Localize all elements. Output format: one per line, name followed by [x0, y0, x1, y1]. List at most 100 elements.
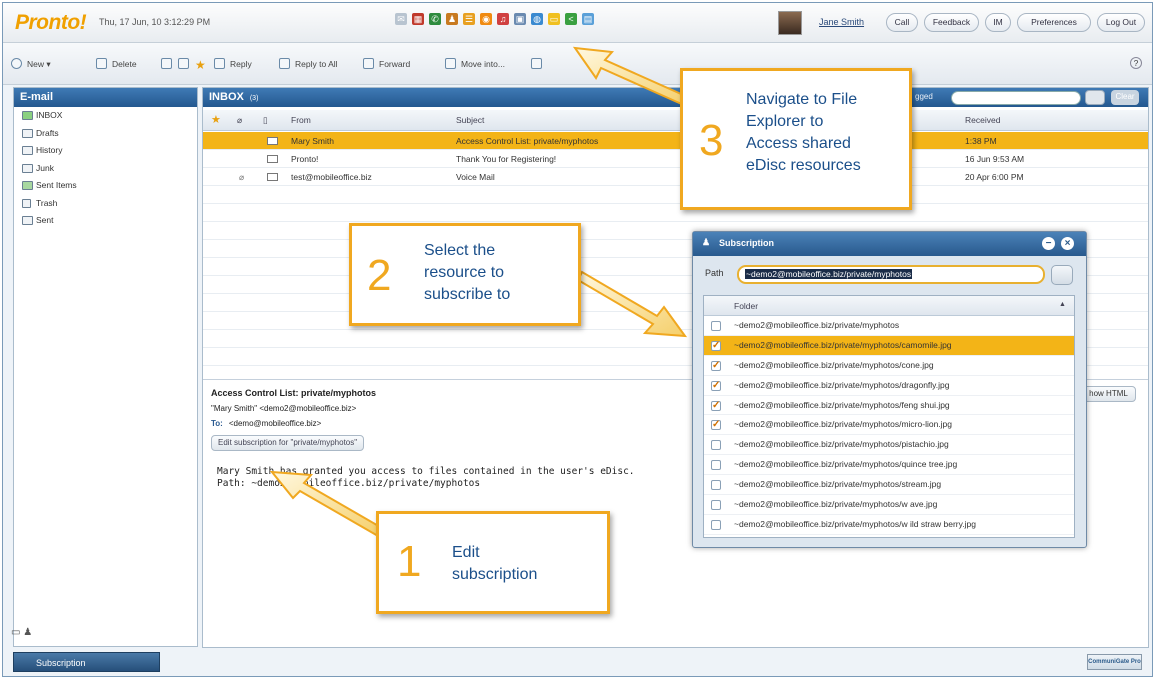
folder-item-name: ~demo2@mobileoffice.biz/private/myphotos… — [734, 359, 934, 370]
new-folder-icon[interactable]: ▭ — [11, 627, 20, 638]
photo-icon[interactable]: ▣ — [514, 13, 526, 25]
file-explorer-icon[interactable]: ▭ — [548, 13, 560, 25]
col-from[interactable]: From — [291, 115, 311, 125]
im-button[interactable]: IM — [985, 13, 1011, 32]
folder-label: Trash — [36, 197, 58, 208]
folder-column-label: Folder — [734, 301, 759, 311]
new-button[interactable]: New ▾ — [11, 58, 51, 70]
folder-item[interactable]: ✓ ~demo2@mobileoffice.biz/private/myphoto… — [704, 396, 1074, 416]
mail-icon[interactable]: ✉ — [395, 13, 407, 25]
folder-list: Folder ▲ ~demo2@mobileoffice.biz/private/… — [703, 295, 1075, 538]
preview-from: "Mary Smith" <demo2@mobileoffice.biz> — [211, 404, 357, 413]
folder-item[interactable]: ✓ ~demo2@mobileoffice.biz/private/myphoto… — [704, 335, 1074, 356]
share-icon[interactable]: < — [565, 13, 577, 25]
move-label: Move into... — [461, 59, 505, 69]
folder-label: Junk — [36, 162, 54, 173]
contacts-icon[interactable]: ♟ — [446, 13, 458, 25]
folder-history[interactable]: History — [14, 142, 197, 160]
user-name-link[interactable]: Jane Smith — [819, 17, 864, 27]
call-button[interactable]: Call — [886, 13, 918, 32]
communigate-logo: CommuniGate Pro — [1087, 654, 1142, 670]
mark-read-button[interactable] — [161, 58, 177, 69]
checkbox[interactable] — [711, 480, 721, 491]
folder-drafts[interactable]: Drafts — [14, 125, 197, 143]
tasks-icon[interactable]: ☰ — [463, 13, 475, 25]
row-from: test@mobileoffice.biz — [291, 172, 372, 182]
folder-junk[interactable]: Junk — [14, 160, 197, 178]
preferences-button[interactable]: Preferences — [1017, 13, 1091, 32]
music-icon[interactable]: ♫ — [497, 13, 509, 25]
search-button[interactable] — [1085, 90, 1105, 105]
message-row[interactable]: ⌀ test@mobileoffice.biz Voice Mail 20 Ap… — [203, 168, 1148, 186]
path-search-button[interactable] — [1051, 265, 1073, 285]
col-received[interactable]: Received — [965, 115, 1000, 125]
folder-inbox[interactable]: INBOX — [14, 107, 197, 125]
edit-subscription-button[interactable]: Edit subscription for "private/myphotos" — [211, 435, 365, 451]
folder-trash[interactable]: Trash — [14, 195, 197, 213]
folder-item[interactable]: ~demo2@mobileoffice.biz/private/myphotos — [704, 316, 1074, 336]
folder-sent[interactable]: Sent — [14, 212, 197, 230]
star-icon: ★ — [195, 58, 206, 72]
path-input[interactable]: ~demo2@mobileoffice.biz/private/myphotos — [737, 265, 1045, 284]
feedback-button[interactable]: Feedback — [924, 13, 979, 32]
folder-item-name: ~demo2@mobileoffice.biz/private/myphotos… — [734, 459, 958, 470]
message-row[interactable]: Mary Smith Access Control List: private/… — [203, 132, 1148, 150]
message-row[interactable]: Pronto! Thank You for Registering! 16 Ju… — [203, 150, 1148, 168]
envelope-icon — [267, 155, 278, 163]
flag-button[interactable]: ★ — [195, 58, 206, 72]
search-input[interactable] — [951, 91, 1081, 105]
callout-2: 2 Select the resource to subscribe to — [349, 223, 581, 326]
phone-icon[interactable]: ✆ — [429, 13, 441, 25]
folder-sent-items[interactable]: Sent Items — [14, 177, 197, 195]
calendar-icon[interactable]: ▦ — [412, 13, 424, 25]
show-html-button[interactable]: how HTML — [1081, 386, 1136, 402]
checkbox[interactable] — [711, 519, 721, 530]
row-subject: Voice Mail — [456, 172, 495, 182]
flagged-filter[interactable]: gged — [915, 92, 933, 101]
checkbox[interactable]: ✓ — [711, 380, 721, 391]
checkbox[interactable] — [711, 321, 721, 331]
folder-item[interactable]: ✓ ~demo2@mobileoffice.biz/private/myphoto… — [704, 415, 1074, 436]
folder-item[interactable]: ~demo2@mobileoffice.biz/private/myphotos… — [704, 455, 1074, 476]
folder-item[interactable]: ~demo2@mobileoffice.biz/private/myphotos… — [704, 435, 1074, 456]
folder-item[interactable]: ~demo2@mobileoffice.biz/private/myphotos… — [704, 515, 1074, 535]
checkbox[interactable]: ✓ — [711, 340, 721, 351]
folder-item[interactable]: ~demo2@mobileoffice.biz/private/myphotos… — [704, 475, 1074, 496]
status-icon[interactable]: ▯ — [263, 115, 268, 126]
storage-icon[interactable]: ▤ — [582, 13, 594, 25]
move-button[interactable]: Move into... — [445, 58, 505, 69]
checkbox[interactable] — [711, 460, 721, 471]
reply-all-button[interactable]: Reply to All — [279, 58, 338, 69]
checkbox[interactable]: ✓ — [711, 420, 721, 431]
logout-button[interactable]: Log Out — [1097, 13, 1145, 32]
star-icon[interactable]: ★ — [211, 113, 221, 126]
reply-button[interactable]: Reply — [214, 58, 252, 69]
avatar[interactable] — [778, 11, 802, 35]
folder-item[interactable]: ✓ ~demo2@mobileoffice.biz/private/myphoto… — [704, 376, 1074, 396]
checkbox[interactable] — [711, 500, 721, 511]
forward-button[interactable]: Forward — [363, 58, 410, 69]
folder-column-header[interactable]: Folder ▲ — [704, 296, 1074, 316]
rss-icon[interactable]: ◉ — [480, 13, 492, 25]
more-button[interactable] — [531, 58, 547, 69]
clear-button[interactable]: Clear — [1111, 90, 1139, 105]
contacts-small-icon[interactable]: ♟ — [23, 627, 32, 638]
pronto-logo[interactable]: Pronto! — [15, 11, 87, 35]
to-value: <demo@mobileoffice.biz> — [228, 419, 322, 428]
dialog-title[interactable]: ♟ Subscription − × — [693, 232, 1086, 256]
checkbox[interactable] — [711, 440, 721, 451]
folder-item[interactable]: ✓ ~demo2@mobileoffice.biz/private/myphoto… — [704, 356, 1074, 376]
subscription-tab[interactable]: Subscription — [13, 652, 160, 672]
checkbox[interactable]: ✓ — [711, 360, 721, 371]
checkbox[interactable]: ✓ — [711, 400, 721, 411]
attachment-icon[interactable]: ⌀ — [237, 115, 242, 126]
folder-panel: E-mail INBOX Drafts History Junk Sent It… — [13, 87, 198, 647]
minimize-icon[interactable]: − — [1042, 237, 1055, 250]
globe-icon[interactable]: ◍ — [531, 13, 543, 25]
close-icon[interactable]: × — [1061, 237, 1074, 250]
folder-item[interactable]: ~demo2@mobileoffice.biz/private/myphotos… — [704, 495, 1074, 515]
col-subject[interactable]: Subject — [456, 115, 484, 125]
help-button[interactable]: ? — [1130, 57, 1142, 69]
delete-button[interactable]: Delete — [96, 58, 137, 69]
mark-unread-button[interactable] — [178, 58, 194, 69]
